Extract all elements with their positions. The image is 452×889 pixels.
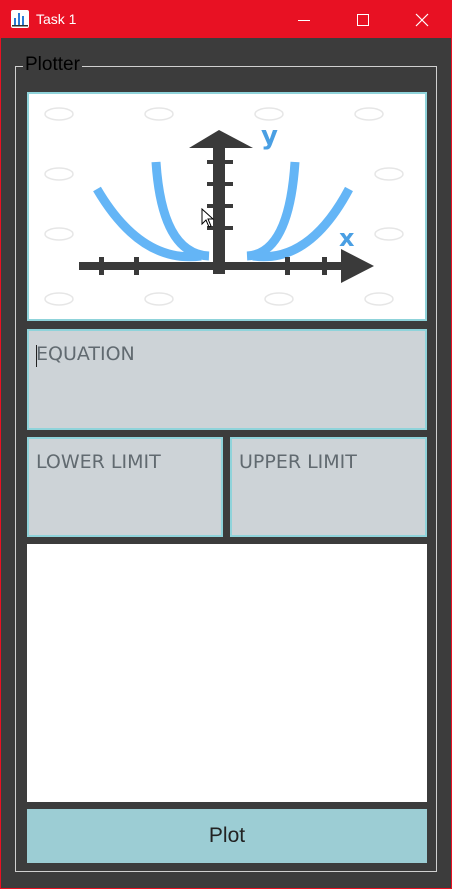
client-area: Plotter y x EQUATION LOWER LIMIT UPPER L… — [1, 38, 451, 888]
parabola-graph-illustration: y x — [44, 107, 404, 306]
minimize-icon — [298, 19, 310, 21]
equation-input[interactable]: EQUATION — [27, 329, 427, 430]
mouse-pointer-icon — [201, 208, 215, 228]
maximize-button[interactable] — [334, 1, 392, 38]
minimize-button[interactable] — [275, 1, 333, 38]
x-axis-label: x — [339, 224, 355, 252]
window-title: Task 1 — [36, 11, 77, 27]
maximize-icon — [357, 13, 369, 26]
close-icon — [415, 13, 429, 26]
upper-limit-input[interactable]: UPPER LIMIT — [230, 437, 427, 537]
plot-button[interactable]: Plot — [27, 809, 427, 863]
title-bar[interactable]: Task 1 — [1, 1, 451, 38]
equation-placeholder: EQUATION — [36, 343, 135, 365]
graph-illustration: y x — [27, 92, 427, 321]
upper-limit-placeholder: UPPER LIMIT — [239, 451, 357, 473]
app-window: Task 1 Plotter y x EQUATION LOWER LIMIT … — [0, 0, 452, 889]
close-button[interactable] — [393, 1, 451, 38]
chart-app-icon — [11, 10, 29, 28]
y-axis-label: y — [261, 121, 278, 151]
plot-output-area — [27, 544, 427, 802]
lower-limit-placeholder: LOWER LIMIT — [36, 451, 161, 473]
group-title: Plotter — [23, 54, 82, 76]
lower-limit-input[interactable]: LOWER LIMIT — [27, 437, 223, 537]
